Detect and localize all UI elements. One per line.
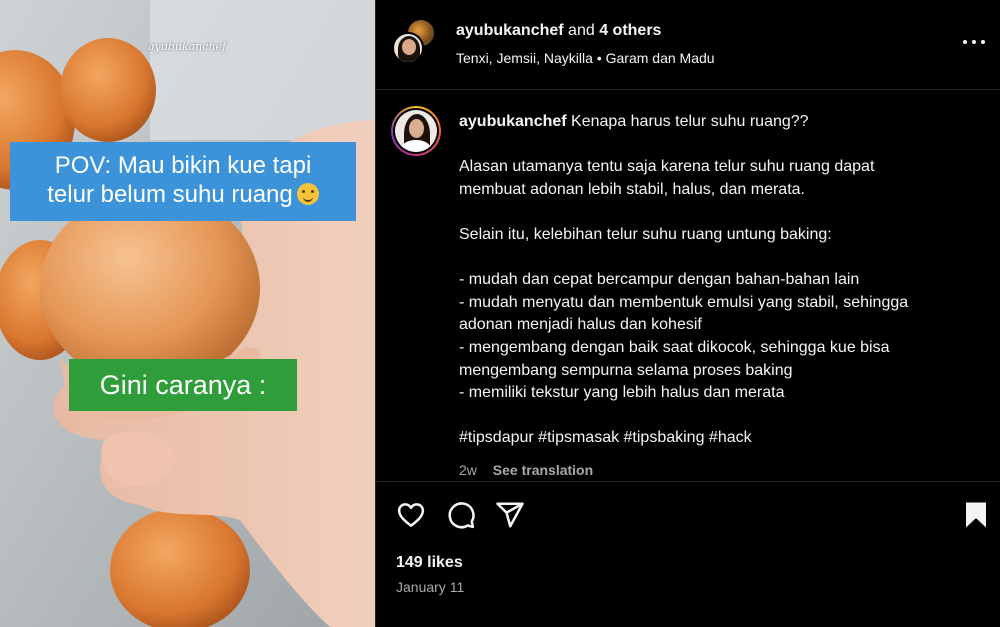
heart-icon[interactable] <box>396 500 426 530</box>
caption-line: - memiliki tekstur yang lebih halus dan … <box>459 384 785 402</box>
media-caption-top-line1: POV: Mau bikin kue tapi <box>54 152 312 179</box>
media-caption-top: POV: Mau bikin kue tapi telur belum suhu… <box>10 142 356 221</box>
post-date: January 11 <box>396 579 465 595</box>
caption-username[interactable]: ayubukanchef <box>459 113 567 130</box>
collab-avatars[interactable] <box>392 18 438 64</box>
comment-icon[interactable] <box>446 500 476 530</box>
caption-line: ayubukanchef Kenapa harus telur suhu rua… <box>459 113 809 130</box>
caption-hashtags[interactable]: #tipsdapur #tipsmasak #tipsbaking #hack <box>459 427 979 450</box>
caption-meta: 2w See translation <box>459 462 593 478</box>
caption-line: - mudah dan cepat bercampur dengan bahan… <box>459 271 860 289</box>
caption-line: - mengembang dengan baik saat dikocok, s… <box>459 338 890 356</box>
avatar-author[interactable] <box>392 32 424 64</box>
time-ago[interactable]: 2w <box>459 462 477 478</box>
bookmark-icon[interactable] <box>961 500 991 530</box>
caption-line: membuat adonan lebih stabil, halus, dan … <box>459 180 805 198</box>
caption-line <box>459 201 979 224</box>
media-watermark: ayubukanchef <box>148 40 227 53</box>
see-translation-link[interactable]: See translation <box>493 462 593 478</box>
caption-line: - mudah menyatu dan membentuk emulsi yan… <box>459 293 909 311</box>
caption-text: ayubukanchef Kenapa harus telur suhu rua… <box>459 111 979 450</box>
caption-line <box>459 134 979 157</box>
header-username[interactable]: ayubukanchef <box>456 22 564 39</box>
caption-line <box>459 405 979 428</box>
media-caption-top-line2: telur belum suhu ruang <box>47 181 293 208</box>
header-audio[interactable]: Garam dan Madu <box>606 50 715 66</box>
post-header: ayubukanchef and 4 others Tenxi, Jemsii,… <box>376 0 1000 90</box>
header-separator: • <box>596 50 602 66</box>
more-options-icon[interactable] <box>963 34 985 50</box>
post-dialog: ayubukanchef POV: Mau bikin kue tapi tel… <box>0 0 1000 627</box>
caption-line: Alasan utamanya tentu saja karena telur … <box>459 158 875 176</box>
media-caption-bottom: Gini caranya : <box>69 359 297 411</box>
post-media[interactable]: ayubukanchef POV: Mau bikin kue tapi tel… <box>0 0 375 627</box>
header-collaborators[interactable]: Tenxi, Jemsii, Naykilla <box>456 50 593 66</box>
caption-line: adonan menjadi halus dan kohesif <box>459 316 702 334</box>
header-others[interactable]: 4 others <box>599 22 661 39</box>
header-title: ayubukanchef and 4 others <box>456 22 661 40</box>
header-and: and <box>568 22 595 39</box>
share-icon[interactable] <box>495 500 525 530</box>
caption-line: Selain itu, kelebihan telur suhu ruang u… <box>459 225 832 243</box>
caption-line: mengembang sempurna selama proses baking <box>459 361 793 379</box>
post-panel: ayubukanchef and 4 others Tenxi, Jemsii,… <box>375 0 1000 627</box>
action-bar: 149 likes January 11 <box>376 481 1000 627</box>
caption-line <box>459 247 979 270</box>
eggs-photo <box>0 0 375 627</box>
likes-count[interactable]: 149 likes <box>396 554 463 572</box>
post-caption-area: ayubukanchef Kenapa harus telur suhu rua… <box>376 91 1000 481</box>
caption-avatar[interactable] <box>391 106 441 156</box>
woozy-face-emoji-icon <box>296 183 319 205</box>
header-subline: Tenxi, Jemsii, Naykilla • Garam dan Madu <box>456 50 715 66</box>
